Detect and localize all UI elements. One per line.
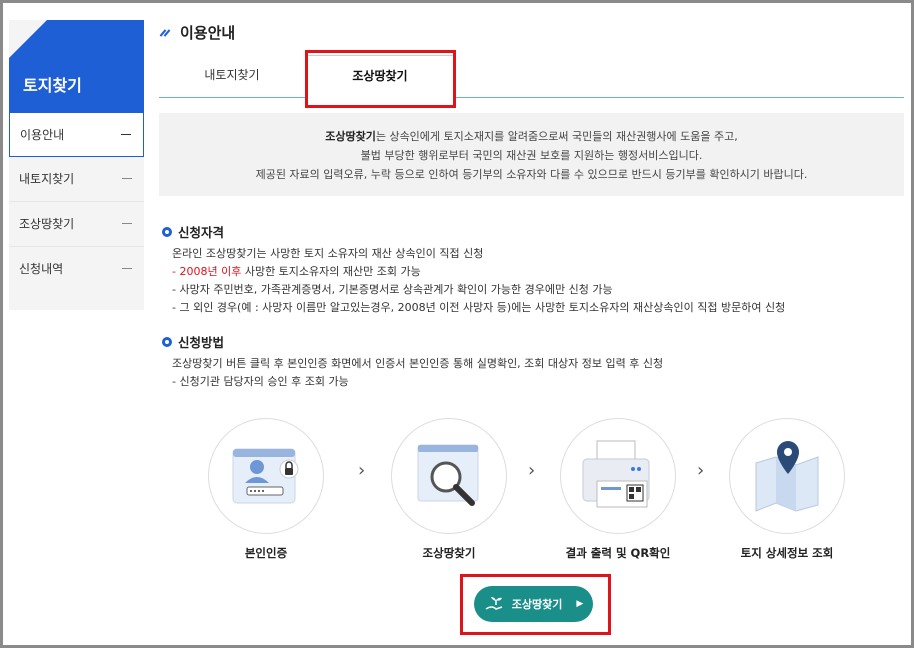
section-title: 신청방법 [178,335,225,350]
step-label: 조상땅찾기 [422,546,476,560]
step-label: 결과 출력 및 QR확인 [565,546,671,560]
ancestor-land-search-button[interactable]: 조상땅찾기 ▶ [474,586,593,622]
minus-icon [122,178,132,179]
minus-icon [122,268,132,269]
tab-my-land[interactable]: 내토지찾기 [159,55,305,98]
caret-right-icon: ▶ [576,599,584,609]
sidebar-item-my-land[interactable]: 내토지찾기 [9,157,144,202]
step-auth: 본인인증 [206,418,326,561]
sidebar-title: 토지찾기 [23,76,82,95]
map-pin-icon [729,418,845,534]
page-title: 이용안내 [180,24,236,42]
sidebar-item-label: 이용안내 [20,128,65,142]
info-line-1: 조상땅찾기는 상속인에게 토지소재지를 알려줌으로써 국민들의 재산권행사에 도… [159,127,904,146]
minus-icon [121,134,131,135]
step-print-qr: 결과 출력 및 QR확인 [558,418,678,561]
qualification-line-3: - 사망자 주민번호, 가족관계증명서, 기본증명서로 상속관계가 확인이 가능… [172,283,613,296]
cta-label: 조상땅찾기 [511,598,563,611]
bullet-icon [162,336,172,347]
highlight-box-tab [305,50,456,108]
info-bold: 조상땅찾기 [325,130,376,143]
step-label: 본인인증 [244,546,288,560]
qualification-line-1: 온라인 조상땅찾기는 사망한 토지 소유자의 재산 상속인이 직접 신청 [172,247,484,260]
sidebar-item-label: 신청내역 [19,262,64,276]
info-line-1-text: 는 상속인에게 토지소재지를 알려줌으로써 국민들의 재산권행사에 도움을 주고… [375,130,738,143]
info-line-2: 불법 부당한 행위로부터 국민의 재산권 보호를 지원하는 행정서비스입니다. [360,149,703,162]
step-label: 토지 상세정보 조회 [740,546,834,560]
printer-qr-icon [560,418,676,534]
page-header: 이용안내 [159,22,236,43]
minus-icon [122,223,132,224]
section-heading: 신청방법 [162,332,663,351]
info-box: 조상땅찾기는 상속인에게 토지소재지를 알려줌으로써 국민들의 재산권행사에 도… [159,113,904,196]
info-line-3: 제공된 자료의 입력오류, 누락 등으로 인하여 등기부의 소유자와 다를 수 … [255,168,808,181]
magnifier-icon [391,418,507,534]
title-mark-icon [159,28,171,38]
step-land-detail: 토지 상세정보 조회 [727,418,847,561]
qualification-line-4: - 그 외인 경우(예 : 사망자 이름만 알고있는경우, 2008년 이전 사… [172,301,786,314]
qualification-line-2: - 2008년 이후 사망한 토지소유자의 재산만 조회 가능 [162,263,785,281]
sidebar-item-history[interactable]: 신청내역 [9,247,144,292]
bullet-icon [162,226,172,237]
section-heading: 신청자격 [162,222,785,241]
sidebar: 토지찾기 이용안내 내토지찾기 조상땅찾기 신청내역 [9,20,144,310]
chevron-right-icon: › [697,460,705,481]
section-method: 신청방법 조상땅찾기 버튼 클릭 후 본인인증 화면에서 인증서 본인인증 통해… [162,332,663,391]
id-card-lock-icon [208,418,324,534]
method-line-1: 조상땅찾기 버튼 클릭 후 본인인증 화면에서 인증서 본인인증 통해 실명확인… [172,357,664,370]
section-qualification: 신청자격 온라인 조상땅찾기는 사망한 토지 소유자의 재산 상속인이 직접 신… [162,222,785,317]
sidebar-header-bg [9,20,144,112]
hand-plant-icon [485,597,502,610]
line-text: 사망한 토지소유자의 재산만 조회 가능 [241,265,421,278]
method-line-2: - 신청기관 담당자의 승인 후 조회 가능 [172,375,349,388]
sidebar-item-label: 내토지찾기 [19,172,75,186]
section-title: 신청자격 [178,225,225,240]
sidebar-item-label: 조상땅찾기 [19,217,75,231]
tab-bar: 내토지찾기 조상땅찾기 [159,55,904,98]
step-search: 조상땅찾기 [389,418,509,561]
sidebar-item-ancestor-land[interactable]: 조상땅찾기 [9,202,144,247]
sidebar-header: 토지찾기 [9,20,144,112]
sidebar-item-guide[interactable]: 이용안내 [9,112,144,157]
chevron-right-icon: › [358,460,366,481]
chevron-right-icon: › [528,460,536,481]
highlight-text: 2008년 이후 [179,265,242,278]
